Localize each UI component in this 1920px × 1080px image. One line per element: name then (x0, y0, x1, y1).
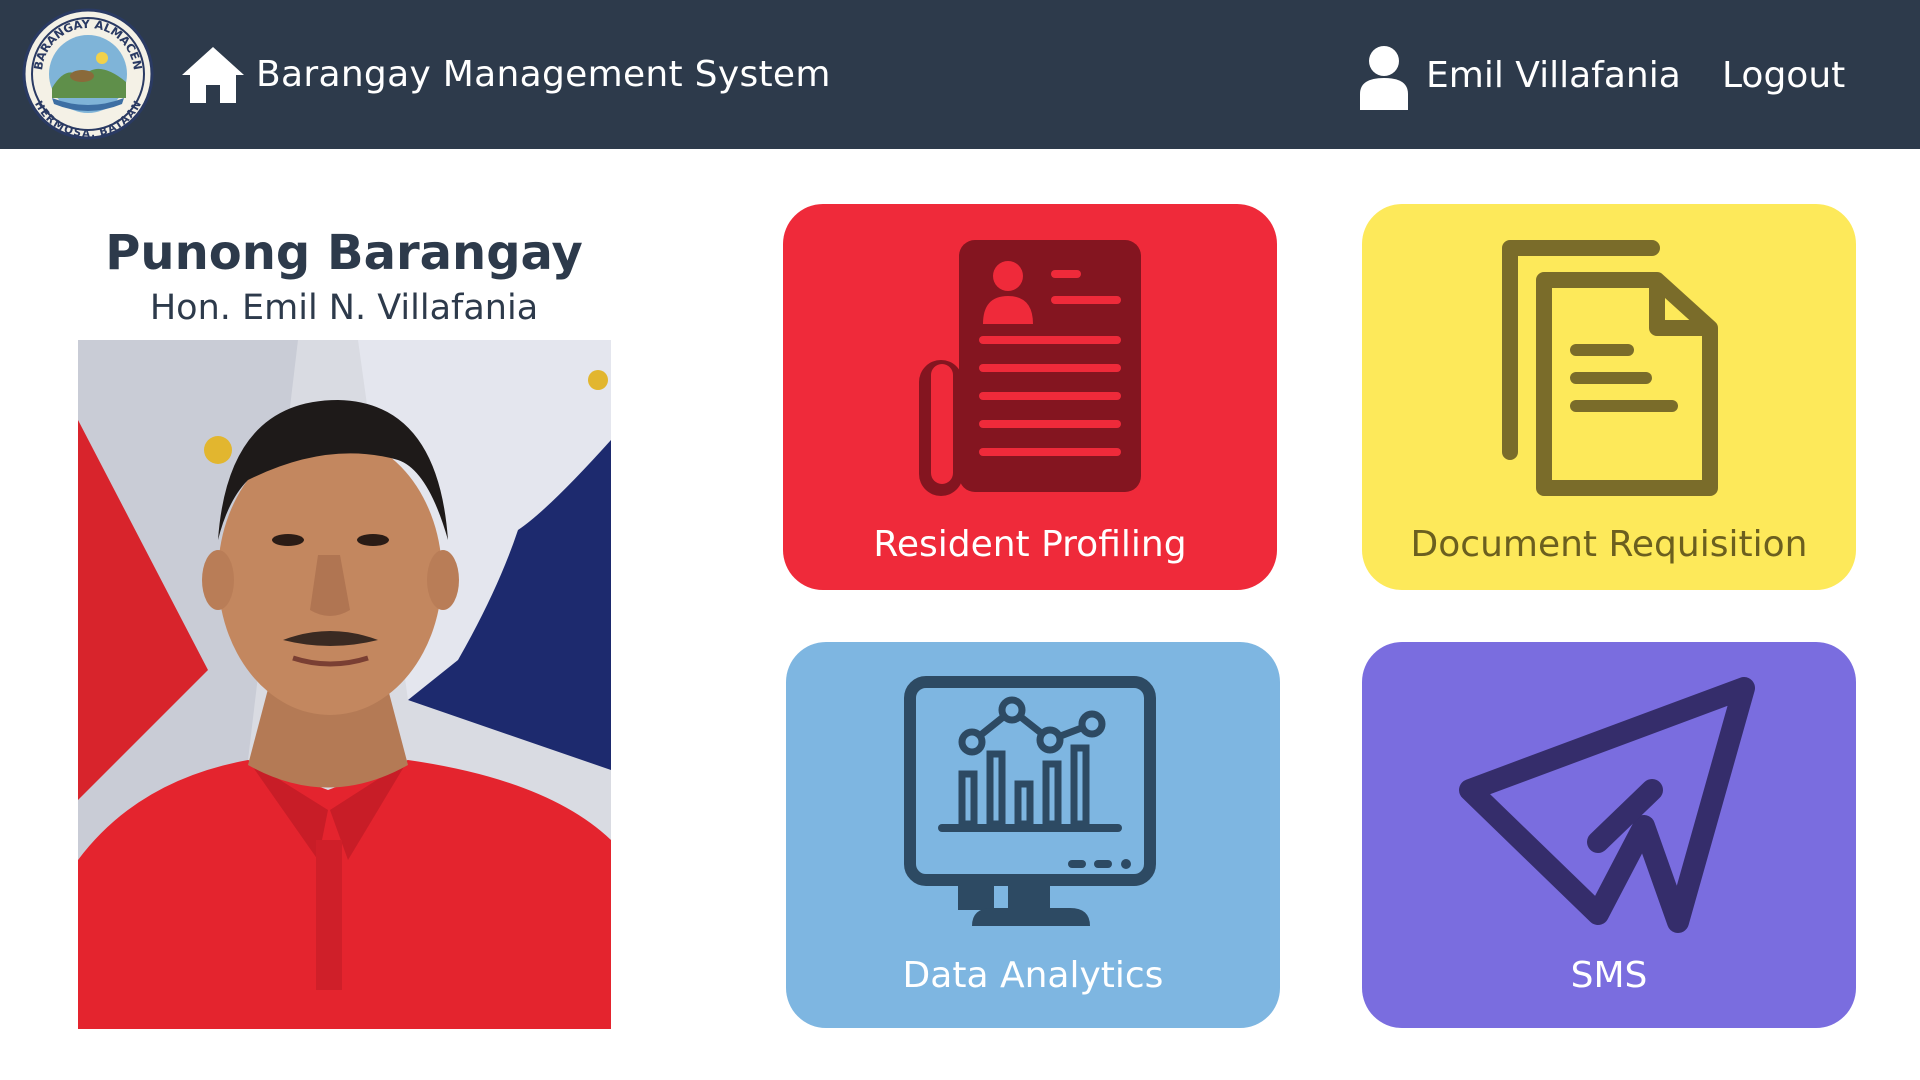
official-name: Hon. Emil N. Villafania (149, 288, 539, 328)
home-icon[interactable] (180, 45, 246, 105)
sms-tile[interactable]: SMS (1362, 642, 1856, 1028)
paper-plane-icon (1362, 642, 1856, 942)
resident-profiling-label: Resident Profiling (873, 524, 1187, 565)
official-portrait (78, 340, 611, 1029)
resident-profiling-tile[interactable]: Resident Profiling (783, 204, 1277, 590)
official-role-heading: Punong Barangay (105, 225, 583, 281)
user-icon (1356, 44, 1412, 110)
resident-profile-document-icon (783, 204, 1277, 504)
logout-link[interactable]: Logout (1722, 51, 1845, 101)
document-requisition-label: Document Requisition (1410, 524, 1808, 565)
document-requisition-tile[interactable]: Document Requisition (1362, 204, 1856, 590)
barangay-seal-logo: BARANGAY ALMACEN HERMOSA, BATAAN (22, 8, 154, 140)
documents-icon (1362, 204, 1856, 504)
user-name: Emil Villafania (1426, 55, 1681, 96)
top-navigation-bar: BARANGAY ALMACEN HERMOSA, BATAAN Baranga… (0, 0, 1920, 149)
data-analytics-tile[interactable]: Data Analytics (786, 642, 1280, 1028)
data-analytics-label: Data Analytics (902, 955, 1164, 996)
sms-label: SMS (1570, 955, 1648, 996)
app-title: Barangay Management System (256, 54, 831, 95)
analytics-monitor-icon (786, 642, 1280, 942)
